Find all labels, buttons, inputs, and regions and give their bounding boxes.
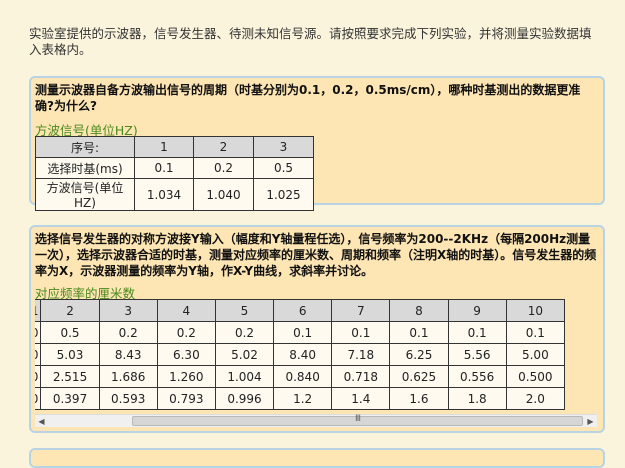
table-cell[interactable]: 0.2: [193, 157, 254, 179]
table-cell[interactable]: 8.43: [98, 343, 158, 366]
table-cell[interactable]: 6.25: [389, 343, 449, 366]
question-panel-2: 选择信号发生器的对称方波接Y输入（幅度和Y轴量程任选），信号频率为200--2K…: [29, 225, 605, 433]
table-cell[interactable]: 0.1: [447, 321, 507, 344]
table-cell[interactable]: 1.6: [389, 387, 449, 410]
table-cell[interactable]: 5.56: [447, 343, 507, 366]
question-panel-1: 测量示波器自备方波输出信号的周期（时基分别为0.1，0.2，0.5ms/cm），…: [29, 76, 605, 211]
table-cell[interactable]: 1.4: [331, 387, 391, 410]
table-row: 方波信号(单位HZ) 1.034 1.040 1.025: [35, 178, 314, 211]
table-cell: 3: [253, 136, 314, 158]
table-cell: 选择时基(ms): [35, 157, 135, 179]
table-cell[interactable]: 0.793: [156, 387, 216, 410]
question-2-text: 选择信号发生器的对称方波接Y输入（幅度和Y轴量程任选），信号频率为200--2K…: [35, 232, 597, 278]
table-cell[interactable]: 0.996: [214, 387, 275, 410]
table-cell[interactable]: 0.500: [505, 365, 566, 388]
table-cell[interactable]: 5.00: [505, 343, 566, 366]
scroll-right-arrow-icon[interactable]: ▶: [584, 415, 597, 428]
grip-icon: III: [355, 414, 361, 424]
table-cell[interactable]: 5.02: [214, 343, 275, 366]
table-cell[interactable]: 0.2: [98, 321, 158, 344]
table-cell: 10: [505, 299, 566, 322]
table-row: 00 0.397 0.593 0.793 0.996 1.2 1.4 1.6 1…: [35, 387, 566, 410]
table-cell[interactable]: 2.0: [505, 387, 566, 410]
table-cell[interactable]: 0.556: [447, 365, 507, 388]
frequency-table: 1 2 3 4 5 6 7 8 9 10 0 0.5 0.2 0.2 0.2 0…: [35, 299, 566, 410]
table-cell: 2: [193, 136, 254, 158]
square-wave-table: 序号: 1 2 3 选择时基(ms) 0.1 0.2 0.5 方波信号(单位HZ…: [35, 136, 314, 211]
table-cell[interactable]: 0.1: [505, 321, 566, 344]
table-cell: 3: [98, 299, 158, 322]
table-cell[interactable]: 0.5: [253, 157, 314, 179]
table-row: 00 2.515 1.686 1.260 1.004 0.840 0.718 0…: [35, 365, 566, 388]
question-1-text: 测量示波器自备方波输出信号的周期（时基分别为0.1，0.2，0.5ms/cm），…: [35, 83, 581, 113]
table-cell: 9: [447, 299, 507, 322]
table-cell[interactable]: 1.8: [447, 387, 507, 410]
table-cell: 1: [134, 136, 194, 158]
table-cell[interactable]: 1.2: [273, 387, 333, 410]
table-cell[interactable]: 1.034: [134, 178, 194, 211]
table-cell[interactable]: 1.686: [98, 365, 158, 388]
table-cell[interactable]: 6.30: [156, 343, 216, 366]
table-cell[interactable]: 0.840: [273, 365, 333, 388]
scrollbar-thumb[interactable]: III: [132, 414, 583, 426]
table-cell: 2: [40, 299, 100, 322]
table-row: 选择时基(ms) 0.1 0.2 0.5: [35, 157, 314, 179]
question-panel-3: [29, 448, 605, 468]
table-cell[interactable]: 0.1: [134, 157, 194, 179]
table-cell[interactable]: 0.1: [331, 321, 391, 344]
table-cell: 4: [156, 299, 216, 322]
table-cell: 6: [273, 299, 333, 322]
table-cell[interactable]: 0.593: [98, 387, 158, 410]
table-cell[interactable]: 5.03: [40, 343, 100, 366]
table-cell[interactable]: 1.025: [253, 178, 314, 211]
table-cell[interactable]: 1.260: [156, 365, 216, 388]
table-cell[interactable]: 8.40: [273, 343, 333, 366]
table-cell[interactable]: 0.718: [331, 365, 391, 388]
table-cell[interactable]: 0.2: [156, 321, 216, 344]
table-cell[interactable]: 2.515: [40, 365, 100, 388]
table-cell: 方波信号(单位HZ): [35, 178, 135, 211]
horizontal-scrollbar[interactable]: ◀ III ▶: [35, 414, 597, 427]
table-cell[interactable]: 7.18: [331, 343, 391, 366]
table-row: 序号: 1 2 3: [35, 136, 314, 158]
table-header-row: 1 2 3 4 5 6 7 8 9 10: [35, 299, 566, 322]
table-row: 0 0.5 0.2 0.2 0.2 0.1 0.1 0.1 0.1 0.1: [35, 321, 566, 344]
scroll-left-arrow-icon[interactable]: ◀: [35, 415, 48, 428]
table-cell[interactable]: 0.1: [273, 321, 333, 344]
table-row: 0 5.03 8.43 6.30 5.02 8.40 7.18 6.25 5.5…: [35, 343, 566, 366]
table-cell: 5: [214, 299, 275, 322]
table-cell[interactable]: 0.5: [40, 321, 100, 344]
intro-text: 实验室提供的示波器，信号发生器、待测未知信号源。请按照要求完成下列实验，并将测量…: [29, 26, 592, 57]
table-cell[interactable]: 0.2: [214, 321, 275, 344]
table-cell[interactable]: 0.625: [389, 365, 449, 388]
table-cell[interactable]: 1.004: [214, 365, 275, 388]
table-cell: 序号:: [35, 136, 135, 158]
table-cell[interactable]: 1.040: [193, 178, 254, 211]
table-cell: 7: [331, 299, 391, 322]
table-cell: 8: [389, 299, 449, 322]
table-cell[interactable]: 0.1: [389, 321, 449, 344]
frequency-table-viewport[interactable]: 1 2 3 4 5 6 7 8 9 10 0 0.5 0.2 0.2 0.2 0…: [35, 299, 597, 414]
table-cell[interactable]: 0.397: [40, 387, 100, 410]
